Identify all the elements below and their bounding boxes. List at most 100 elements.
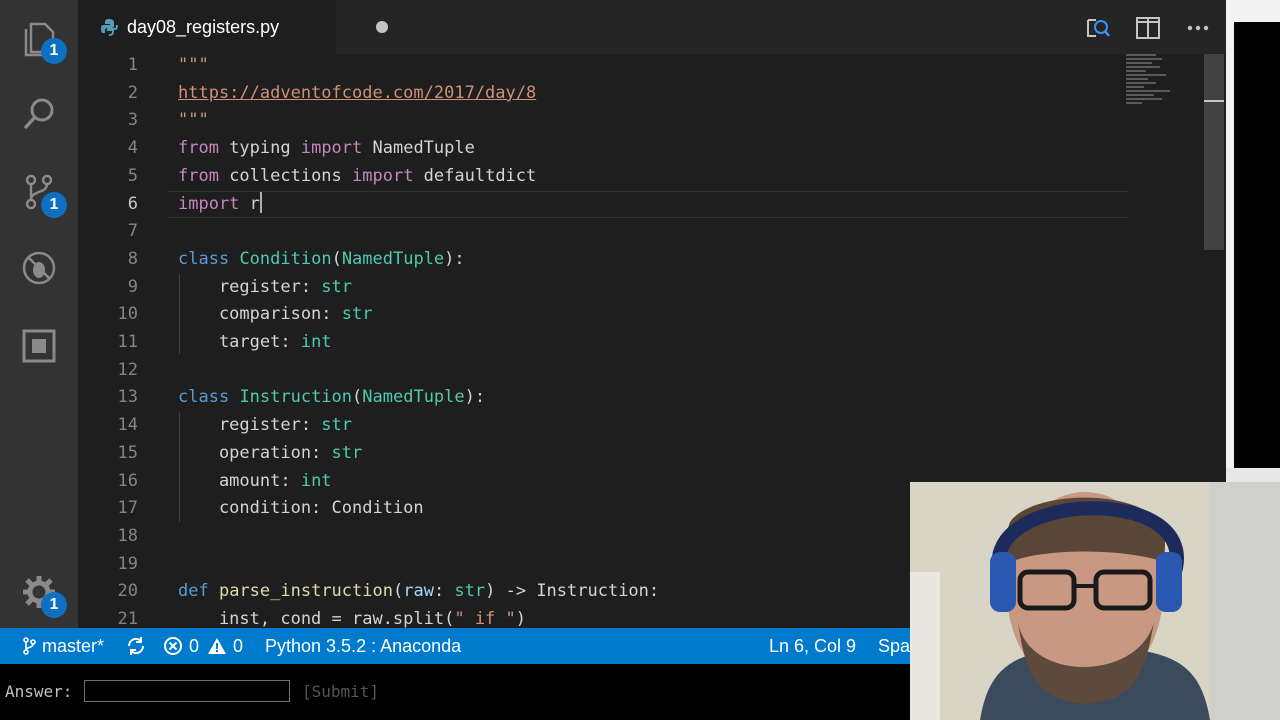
vertical-scrollbar[interactable] xyxy=(1204,54,1224,250)
line-number[interactable]: 13 xyxy=(78,384,138,411)
unsaved-dot-icon[interactable] xyxy=(376,21,388,33)
sync-icon xyxy=(127,637,145,655)
branch-indicator[interactable]: master* xyxy=(22,628,104,664)
line-number[interactable]: 17 xyxy=(78,495,138,522)
code-line[interactable]: 13 class Instruction(NamedTuple): xyxy=(78,384,1128,411)
line-code: operation: str xyxy=(178,442,363,463)
python-file-icon xyxy=(101,19,118,36)
git-branch-icon xyxy=(23,637,36,655)
minimap[interactable] xyxy=(1126,54,1172,124)
line-number[interactable]: 1 xyxy=(78,54,138,79)
error-icon xyxy=(164,637,182,655)
code-line[interactable]: 4 from typing import NamedTuple xyxy=(78,135,1128,162)
explorer-button[interactable]: 1 xyxy=(17,16,67,64)
code-line[interactable]: 1 """ xyxy=(78,54,1128,79)
line-number[interactable]: 6 xyxy=(78,191,138,218)
warning-icon xyxy=(208,638,227,654)
code-line[interactable]: 8 class Condition(NamedTuple): xyxy=(78,246,1128,273)
explorer-badge: 1 xyxy=(41,38,67,64)
line-number[interactable]: 14 xyxy=(78,412,138,439)
line-number[interactable]: 19 xyxy=(78,551,138,578)
line-code: register: str xyxy=(178,415,353,436)
split-editor-button[interactable] xyxy=(1134,14,1162,42)
line-code: condition: Condition xyxy=(178,498,424,519)
editor-actions xyxy=(1084,14,1212,42)
submit-button[interactable]: [Submit] xyxy=(302,682,379,701)
code-line[interactable]: 14 register: str xyxy=(78,412,1128,439)
code-line[interactable]: 9 register: str xyxy=(78,274,1128,301)
line-code: from typing import NamedTuple xyxy=(178,138,475,159)
line-number[interactable]: 4 xyxy=(78,135,138,162)
line-number[interactable]: 20 xyxy=(78,578,138,605)
line-number[interactable]: 7 xyxy=(78,218,138,245)
line-code: from collections import defaultdict xyxy=(178,165,537,186)
line-code: comparison: str xyxy=(178,304,373,325)
line-code: https://adventofcode.com/2017/day/8 xyxy=(178,82,537,103)
extensions-icon xyxy=(22,329,56,363)
code-line[interactable]: 6 import r xyxy=(78,191,1128,218)
tab-label: day08_registers.py xyxy=(127,16,280,37)
line-number[interactable]: 8 xyxy=(78,246,138,273)
indentation-setting[interactable]: Spa xyxy=(878,628,910,664)
line-code: import r xyxy=(178,191,262,214)
line-code: inst, cond = raw.split(" if ") xyxy=(178,609,527,628)
code-line[interactable]: 5 from collections import defaultdict xyxy=(78,163,1128,190)
code-line[interactable]: 3 """ xyxy=(78,107,1128,134)
code-line[interactable]: 7 xyxy=(78,218,1128,245)
error-count: 0 xyxy=(189,635,200,656)
search-icon xyxy=(23,98,54,130)
line-number[interactable]: 10 xyxy=(78,301,138,328)
line-number[interactable]: 2 xyxy=(78,80,138,107)
python-interpreter[interactable]: Python 3.5.2 : Anaconda xyxy=(265,628,461,664)
line-number[interactable]: 12 xyxy=(78,357,138,384)
preview-search-icon xyxy=(1087,19,1110,37)
cursor-position[interactable]: Ln 6, Col 9 xyxy=(769,628,856,664)
debug-icon xyxy=(22,251,56,285)
code-line[interactable]: 12 xyxy=(78,357,1128,384)
tab-day08-registers[interactable]: day08_registers.py xyxy=(78,0,388,54)
background-window xyxy=(1226,0,1280,482)
scm-badge: 1 xyxy=(41,192,67,218)
sync-button[interactable] xyxy=(126,628,152,664)
code-line[interactable]: 2 https://adventofcode.com/2017/day/8 xyxy=(78,80,1128,107)
more-actions-button[interactable] xyxy=(1184,14,1212,42)
activity-bar: 1 1 1 xyxy=(0,0,78,628)
line-code: amount: int xyxy=(178,470,332,491)
line-number[interactable]: 5 xyxy=(78,163,138,190)
line-code: class Condition(NamedTuple): xyxy=(178,248,465,269)
extensions-button[interactable] xyxy=(17,324,61,368)
line-number[interactable]: 11 xyxy=(78,329,138,356)
settings-badge: 1 xyxy=(41,592,67,618)
source-control-button[interactable]: 1 xyxy=(17,170,67,218)
problems-indicator[interactable]: 0 0 xyxy=(163,628,243,664)
debug-button[interactable] xyxy=(17,246,61,290)
search-button[interactable] xyxy=(17,92,61,136)
webcam-overlay xyxy=(910,482,1280,720)
answer-input[interactable] xyxy=(84,680,290,702)
line-code: register: str xyxy=(178,276,353,297)
presenter-video xyxy=(910,482,1280,720)
answer-label: Answer: xyxy=(5,682,73,701)
branch-name: master* xyxy=(42,635,105,656)
open-preview-button[interactable] xyxy=(1084,14,1112,42)
code-line[interactable]: 11 target: int xyxy=(78,329,1128,356)
line-number[interactable]: 16 xyxy=(78,468,138,495)
line-code: """ xyxy=(178,55,209,75)
code-line[interactable]: 15 operation: str xyxy=(78,440,1128,467)
line-number[interactable]: 9 xyxy=(78,274,138,301)
line-code: def parse_instruction(raw: str) -> Instr… xyxy=(178,581,660,602)
ellipsis-icon xyxy=(1187,25,1209,31)
tab-bar: day08_registers.py xyxy=(78,0,1226,54)
settings-button[interactable]: 1 xyxy=(17,570,67,618)
line-number[interactable]: 3 xyxy=(78,107,138,134)
line-code: target: int xyxy=(178,332,332,352)
scrollbar-cursor-marker xyxy=(1204,100,1224,102)
split-editor-icon xyxy=(1136,17,1160,39)
warning-count: 0 xyxy=(233,635,244,656)
line-number[interactable]: 18 xyxy=(78,523,138,550)
line-number[interactable]: 15 xyxy=(78,440,138,467)
code-line[interactable]: 10 comparison: str xyxy=(78,301,1128,328)
line-number[interactable]: 21 xyxy=(78,606,138,628)
line-code: """ xyxy=(178,110,209,131)
line-code: class Instruction(NamedTuple): xyxy=(178,387,486,408)
